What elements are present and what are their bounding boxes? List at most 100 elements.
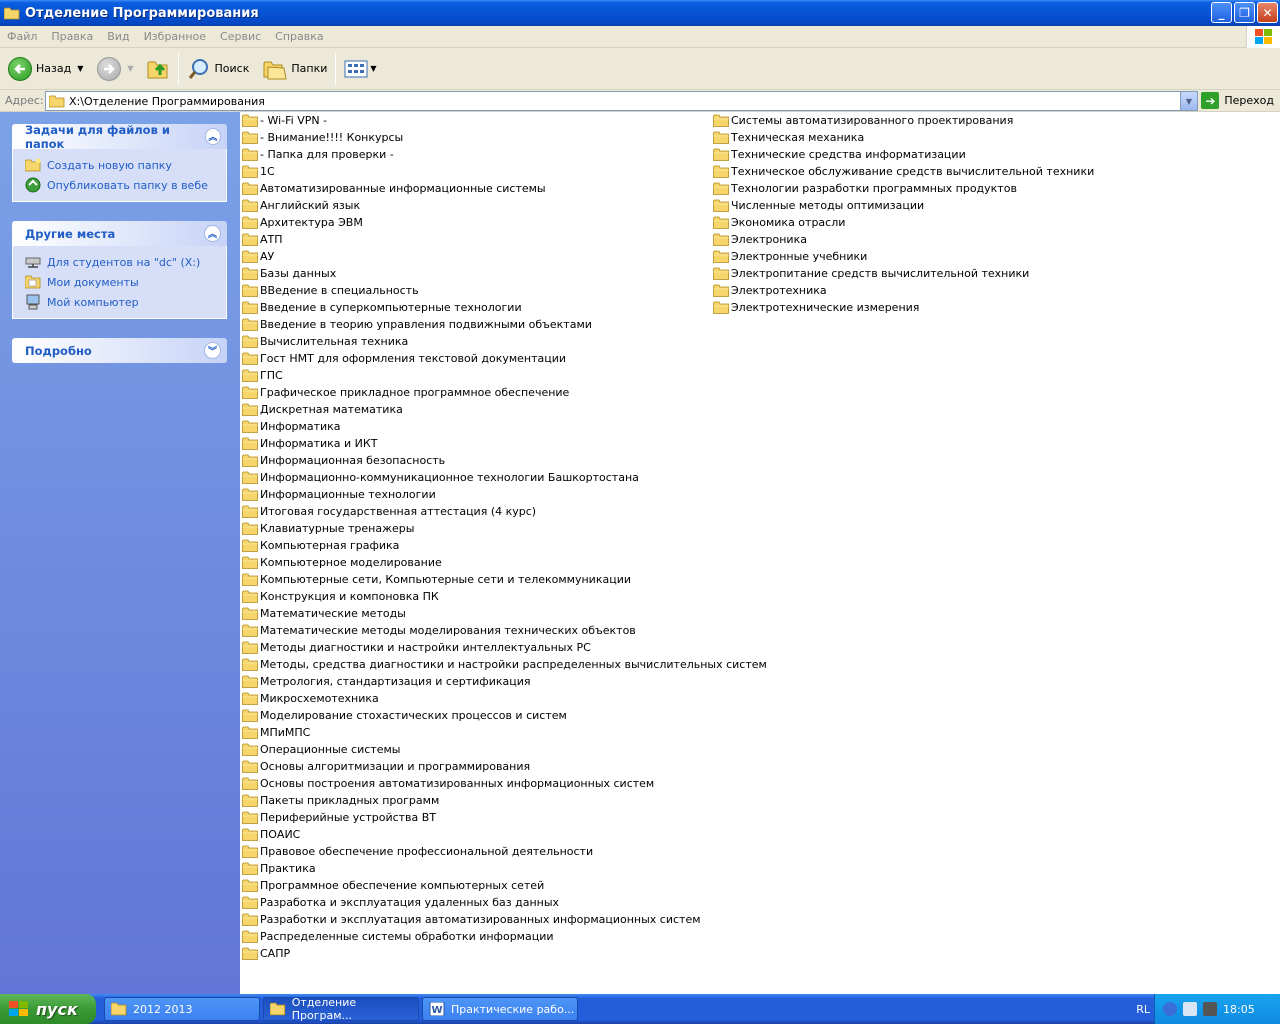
folder-item[interactable]: Пакеты прикладных программ [242, 792, 767, 809]
folder-item[interactable]: Математические методы [242, 605, 767, 622]
folder-item[interactable]: Базы данных [242, 265, 767, 282]
folder-item[interactable]: - Внимание!!!! Конкурсы [242, 129, 767, 146]
menu-edit[interactable]: Правка [44, 30, 100, 43]
folder-item[interactable]: Электротехнические измерения [713, 299, 1094, 316]
collapse-icon[interactable]: ︽ [204, 128, 221, 145]
folder-item[interactable]: Распределенные системы обработки информа… [242, 928, 767, 945]
folder-item[interactable]: Разработка и эксплуатация удаленных баз … [242, 894, 767, 911]
folder-item[interactable]: Методы, средства диагностики и настройки… [242, 656, 767, 673]
folder-item[interactable]: Введение в теорию управления подвижными … [242, 316, 767, 333]
folder-item[interactable]: - Wi-Fi VPN - [242, 112, 767, 129]
folder-item[interactable]: Правовое обеспечение профессиональной де… [242, 843, 767, 860]
folder-item[interactable]: Электроника [713, 231, 1094, 248]
folder-item[interactable]: Электротехника [713, 282, 1094, 299]
folder-item[interactable]: Компьютерное моделирование [242, 554, 767, 571]
folder-item[interactable]: Электронные учебники [713, 248, 1094, 265]
details-header[interactable]: Подробно ︾ [12, 338, 227, 363]
folder-item[interactable]: Вычислительная техника [242, 333, 767, 350]
folder-item[interactable]: Техническое обслуживание средств вычисли… [713, 163, 1094, 180]
folder-item[interactable]: Информационно-коммуникационное технологи… [242, 469, 767, 486]
folder-item[interactable]: Математические методы моделирования техн… [242, 622, 767, 639]
publish-folder-link[interactable]: Опубликовать папку в вебе [25, 175, 226, 195]
forward-button[interactable]: ▼ [97, 52, 134, 86]
address-input[interactable]: X:\Отделение Программирования ▼ [45, 91, 1198, 111]
folder-item[interactable]: Технологии разработки программных продук… [713, 180, 1094, 197]
back-button[interactable]: Назад ▼ [8, 52, 83, 86]
title-bar[interactable]: Отделение Программирования _ ❐ ✕ [0, 0, 1280, 26]
task-button-practical-works[interactable]: W Практические рабо... [422, 997, 578, 1021]
network-icon[interactable] [1183, 1002, 1197, 1016]
collapse-icon[interactable]: ︽ [204, 225, 221, 242]
my-computer-link[interactable]: Мой компьютер [25, 292, 226, 312]
folder-item[interactable]: САПР [242, 945, 767, 962]
new-folder-link[interactable]: Создать новую папку [25, 155, 226, 175]
chevron-down-icon[interactable]: ▼ [127, 64, 133, 73]
folder-item[interactable]: Электропитание средств вычислительной те… [713, 265, 1094, 282]
folder-item[interactable]: АТП [242, 231, 767, 248]
minimize-button[interactable]: _ [1211, 2, 1232, 23]
start-button[interactable]: пуск [0, 994, 96, 1024]
close-button[interactable]: ✕ [1257, 2, 1278, 23]
folder-item[interactable]: Графическое прикладное программное обесп… [242, 384, 767, 401]
menu-help[interactable]: Справка [268, 30, 330, 43]
folder-item[interactable]: Метрология, стандартизация и сертификаци… [242, 673, 767, 690]
folder-item[interactable]: Разработки и эксплуатация автоматизирова… [242, 911, 767, 928]
folder-item[interactable]: АУ [242, 248, 767, 265]
folder-item[interactable]: Компьютерная графика [242, 537, 767, 554]
folder-item[interactable]: ВВедение в специальность [242, 282, 767, 299]
language-indicator[interactable]: RL [1136, 1003, 1150, 1016]
folder-item[interactable]: Программное обеспечение компьютерных сет… [242, 877, 767, 894]
menu-tools[interactable]: Сервис [213, 30, 268, 43]
go-button[interactable]: ➔ Переход [1201, 92, 1274, 109]
maximize-button[interactable]: ❐ [1234, 2, 1255, 23]
folder-item[interactable]: Экономика отрасли [713, 214, 1094, 231]
expand-icon[interactable]: ︾ [204, 342, 221, 359]
folder-item[interactable]: Моделирование стохастических процессов и… [242, 707, 767, 724]
folder-item[interactable]: 1С [242, 163, 767, 180]
views-button[interactable]: ▼ [344, 52, 377, 86]
folder-item[interactable]: Информатика и ИКТ [242, 435, 767, 452]
folder-item[interactable]: Информационные технологии [242, 486, 767, 503]
folder-item[interactable]: Операционные системы [242, 741, 767, 758]
folder-item[interactable]: Практика [242, 860, 767, 877]
folder-item[interactable]: Методы диагностики и настройки интеллект… [242, 639, 767, 656]
folder-item[interactable]: Основы построения автоматизированных инф… [242, 775, 767, 792]
folder-item[interactable]: Клавиатурные тренажеры [242, 520, 767, 537]
folders-button[interactable]: Папки [263, 52, 327, 86]
folder-item[interactable]: Системы автоматизированного проектирован… [713, 112, 1094, 129]
file-tasks-header[interactable]: Задачи для файлов и папок ︽ [12, 123, 227, 151]
folder-item[interactable]: Технические средства информатизации [713, 146, 1094, 163]
folder-item[interactable]: Дискретная математика [242, 401, 767, 418]
menu-file[interactable]: Файл [0, 30, 44, 43]
folder-item[interactable]: Информационная безопасность [242, 452, 767, 469]
folder-item[interactable]: ГПС [242, 367, 767, 384]
folder-item[interactable]: Основы алгоритмизации и программирования [242, 758, 767, 775]
folder-item[interactable]: Компьютерные сети, Компьютерные сети и т… [242, 571, 767, 588]
folder-item[interactable]: Численные методы оптимизации [713, 197, 1094, 214]
folder-item[interactable]: Архитектура ЭВМ [242, 214, 767, 231]
folder-item[interactable]: Гост НМТ для оформления текстовой докуме… [242, 350, 767, 367]
folder-item[interactable]: Микросхемотехника [242, 690, 767, 707]
folder-item[interactable]: Техническая механика [713, 129, 1094, 146]
folder-item[interactable]: Периферийные устройства ВТ [242, 809, 767, 826]
show-hidden-icons-icon[interactable] [1163, 1002, 1177, 1016]
menu-view[interactable]: Вид [100, 30, 136, 43]
folder-item[interactable]: - Папка для проверки - [242, 146, 767, 163]
folder-item[interactable]: Итоговая государственная аттестация (4 к… [242, 503, 767, 520]
chevron-down-icon[interactable]: ▼ [370, 64, 376, 73]
volume-icon[interactable] [1203, 1002, 1217, 1016]
folder-item[interactable]: Конструкция и компоновка ПК [242, 588, 767, 605]
folder-item[interactable]: Информатика [242, 418, 767, 435]
task-button-2012-2013[interactable]: 2012 2013 [104, 997, 260, 1021]
folder-item[interactable]: Английский язык [242, 197, 767, 214]
up-folder-button[interactable] [146, 52, 170, 86]
folder-item[interactable]: МПиМПС [242, 724, 767, 741]
other-places-header[interactable]: Другие места ︽ [12, 221, 227, 246]
chevron-down-icon[interactable]: ▼ [77, 64, 83, 73]
network-drive-link[interactable]: Для студентов на "dc" (X:) [25, 252, 226, 272]
search-button[interactable]: Поиск [187, 52, 249, 86]
menu-favorites[interactable]: Избранное [137, 30, 213, 43]
chevron-down-icon[interactable]: ▼ [1180, 92, 1197, 110]
folder-item[interactable]: ПОАИС [242, 826, 767, 843]
my-documents-link[interactable]: Мои документы [25, 272, 226, 292]
